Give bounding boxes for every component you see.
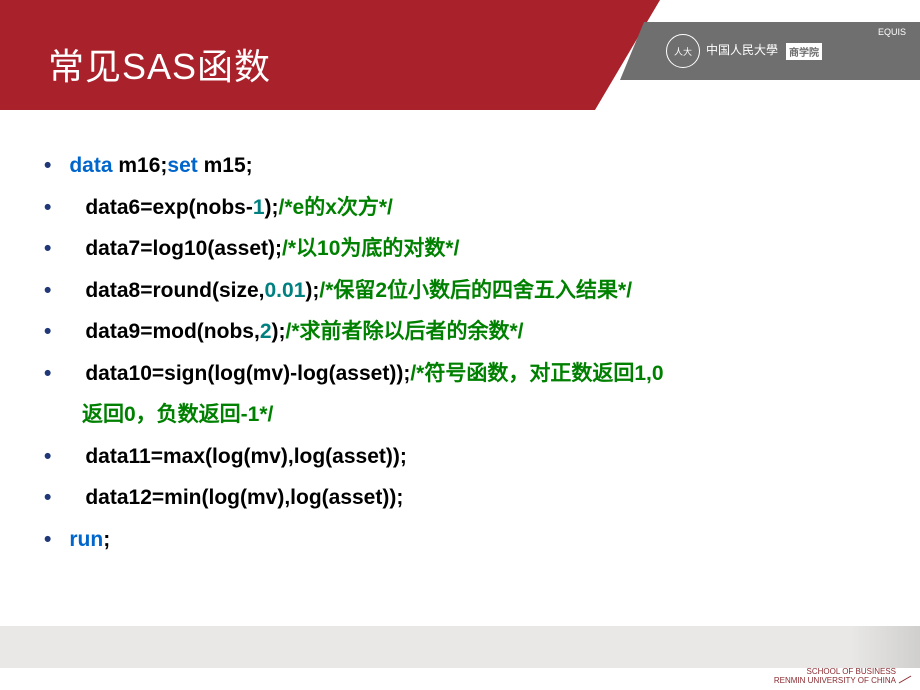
code-segment: /*求前者除以后者的余数*/ xyxy=(286,320,524,343)
slide-content: •data m16;set m15;•data6=exp(nobs-1);/*e… xyxy=(0,110,920,555)
code-line: • data12=min(log(mv),log(asset)); xyxy=(44,482,876,514)
footer-accent-line xyxy=(899,676,912,684)
code-wrap: data6=exp(nobs-1);/*e的x次方*/ xyxy=(69,192,393,224)
bullet-icon: • xyxy=(44,524,51,556)
code-segment: data7=log10(asset); xyxy=(85,237,282,260)
footer-school-label: SCHOOL OF BUSINESS RENMIN UNIVERSITY OF … xyxy=(774,667,896,686)
univ-name-text: 中国人民大學 xyxy=(706,44,778,57)
code-segment: 1 xyxy=(253,196,265,219)
code-segment: /*保留2位小数后的四舍五入结果*/ xyxy=(319,279,632,302)
code-wrap: data11=max(log(mv),log(asset)); xyxy=(69,441,407,473)
code-line: • data10=sign(log(mv)-log(asset));/*符号函数，… xyxy=(44,358,876,390)
code-segment: data8=round(size, xyxy=(85,279,264,302)
code-segment: ; xyxy=(103,528,110,551)
equis-accreditation: EQUIS xyxy=(878,28,906,38)
code-wrap: data9=mod(nobs,2);/*求前者除以后者的余数*/ xyxy=(69,316,523,348)
logo-area: 人大 中国人民大學 商学院 xyxy=(666,28,906,74)
code-segment: data6=exp(nobs- xyxy=(85,196,252,219)
code-segment: data9=mod(nobs, xyxy=(85,320,259,343)
bullet-icon: • xyxy=(44,275,51,307)
code-line: • data11=max(log(mv),log(asset)); xyxy=(44,441,876,473)
slide-title: 常见SAS函数 xyxy=(48,38,271,90)
code-segment: ); xyxy=(305,279,319,302)
business-school-badge: 商学院 xyxy=(786,43,822,60)
code-segment: /*e的x次方*/ xyxy=(279,196,393,219)
equis-text: EQUIS xyxy=(878,28,906,38)
code-line: • data6=exp(nobs-1);/*e的x次方*/ xyxy=(44,192,876,224)
code-segment: data xyxy=(69,154,112,177)
code-segment: 0.01 xyxy=(265,279,306,302)
code-line: 返回0，负数返回-1*/ xyxy=(44,399,876,431)
bullet-icon: • xyxy=(44,192,51,224)
code-line: • data7=log10(asset);/*以10为底的对数*/ xyxy=(44,233,876,265)
code-wrap: data m16;set m15; xyxy=(69,150,252,182)
code-segment: ); xyxy=(265,196,279,219)
code-wrap: data7=log10(asset);/*以10为底的对数*/ xyxy=(69,233,459,265)
bullet-icon: • xyxy=(44,358,51,390)
bullet-icon: • xyxy=(44,233,51,265)
footer-band xyxy=(0,626,920,668)
bullet-icon: • xyxy=(44,150,51,182)
bullet-icon: • xyxy=(44,316,51,348)
footer-line2: RENMIN UNIVERSITY OF CHINA xyxy=(774,676,896,686)
code-wrap: data12=min(log(mv),log(asset)); xyxy=(69,482,403,514)
code-wrap: run; xyxy=(69,524,110,556)
footer-line1: SCHOOL OF BUSINESS xyxy=(774,667,896,677)
code-segment: data10=sign(log(mv)-log(asset)); xyxy=(85,362,410,385)
code-line: • data9=mod(nobs,2);/*求前者除以后者的余数*/ xyxy=(44,316,876,348)
code-segment: m16; xyxy=(113,154,168,177)
code-segment: /*符号函数，对正数返回1,0 xyxy=(410,362,663,385)
university-name: 中国人民大學 xyxy=(706,44,778,57)
bullet-icon: • xyxy=(44,482,51,514)
code-line: • data8=round(size,0.01);/*保留2位小数后的四舍五入结果… xyxy=(44,275,876,307)
code-segment: 返回0，负数返回-1*/ xyxy=(82,403,273,426)
code-line: • data m16;set m15; xyxy=(44,150,876,182)
code-wrap: data10=sign(log(mv)-log(asset));/*符号函数，对… xyxy=(69,358,663,390)
code-segment: set xyxy=(167,154,197,177)
university-seal-icon: 人大 xyxy=(666,34,700,68)
code-segment: /*以10为底的对数*/ xyxy=(282,237,459,260)
code-segment: ); xyxy=(272,320,286,343)
code-segment: data12=min(log(mv),log(asset)); xyxy=(85,486,403,509)
code-line: • run; xyxy=(44,524,876,556)
bullet-icon: • xyxy=(44,441,51,473)
code-segment: 2 xyxy=(260,320,272,343)
code-segment: data11=max(log(mv),log(asset)); xyxy=(85,445,407,468)
code-segment: run xyxy=(69,528,103,551)
code-wrap: data8=round(size,0.01);/*保留2位小数后的四舍五入结果*… xyxy=(69,275,632,307)
header-bar: 常见SAS函数 人大 中国人民大學 商学院 EQUIS xyxy=(0,0,920,110)
code-segment: m15; xyxy=(198,154,253,177)
code-continuation: 返回0，负数返回-1*/ xyxy=(44,399,273,431)
